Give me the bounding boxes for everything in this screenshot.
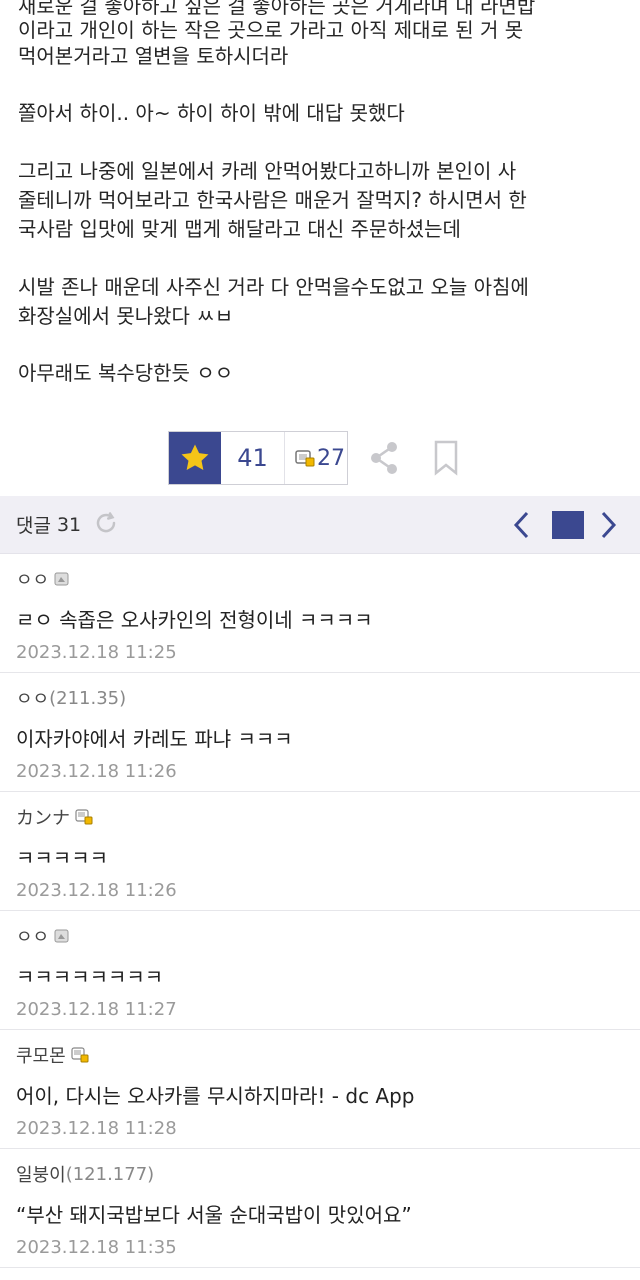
- article-line: 줄테니까 먹어보라고 한국사람은 매운거 잘먹지? 하시면서 한: [18, 188, 527, 212]
- prev-button[interactable]: [512, 510, 532, 544]
- article-line: 화장실에서 못나왔다 ㅆㅂ: [18, 304, 234, 328]
- comment-date: 2023.12.18 11:26: [16, 761, 177, 782]
- bookmark-icon: [434, 440, 458, 476]
- comment-author-row: ㅇㅇ: [16, 923, 624, 949]
- comment-title: 댓글: [16, 515, 51, 537]
- gray-user-icon: [54, 572, 69, 586]
- chevron-right-icon: [601, 511, 617, 539]
- comment-date: 2023.12.18 11:25: [16, 642, 177, 663]
- bookmark-button[interactable]: [433, 440, 459, 480]
- article-line: 국사람 입맛에 맞게 맵게 해달라고 대신 주문하셨는데: [18, 217, 461, 241]
- comment-author[interactable]: ㅇㅇ: [16, 566, 49, 592]
- comment-author[interactable]: 쿠모몬: [16, 1042, 66, 1068]
- share-button[interactable]: [368, 440, 400, 480]
- next-button[interactable]: [598, 510, 618, 544]
- chevron-left-icon: [513, 511, 529, 539]
- comment-header: 댓글 31: [0, 496, 640, 554]
- comment-text: 이자카야에서 카레도 파냐 ㅋㅋㅋ: [16, 727, 293, 751]
- comment-author[interactable]: ㅇㅇ: [16, 923, 49, 949]
- refresh-icon: [96, 511, 116, 532]
- comment-text: ㄹㅇ 속좁은 오사카인의 전형이네 ㅋㅋㅋㅋ: [16, 608, 373, 632]
- comment-author-row: カンナ: [16, 804, 624, 830]
- comment-author[interactable]: カンナ: [16, 804, 70, 830]
- star-icon: [181, 444, 209, 471]
- fixed-user-icon: [295, 450, 315, 467]
- article-line: 시발 존나 매운데 사주신 거라 다 안먹을수도없고 오늘 아침에: [18, 275, 529, 299]
- recommend-count: 41: [221, 432, 285, 484]
- comment-item: 쿠모몬 어이, 다시는 오사카를 무시하지마라! - dc App 2023.1…: [0, 1030, 640, 1149]
- comment-ip: (211.35): [49, 687, 127, 709]
- fixed-user-icon: [71, 1047, 89, 1063]
- comment-author-row: 쿠모몬: [16, 1042, 624, 1068]
- comment-count: 31: [56, 513, 82, 536]
- article-line: 그리고 나중에 일본에서 카레 안먹어봤다고하니까 본인이 사: [18, 159, 517, 183]
- article-line: 쫄아서 하이.. 아~ 하이 하이 밖에 대답 못했다: [18, 101, 405, 125]
- list-button[interactable]: [552, 511, 584, 539]
- comment-date: 2023.12.18 11:27: [16, 999, 177, 1020]
- fixed-recommend-count: 27: [317, 445, 345, 471]
- gray-user-icon: [54, 929, 69, 943]
- comment-author-row: ㅇㅇ: [16, 566, 624, 592]
- comment-text: ㅋㅋㅋㅋㅋㅋㅋㅋ: [16, 965, 164, 989]
- comment-author[interactable]: ㅇㅇ: [16, 685, 49, 711]
- recommend-box: 41 27: [168, 431, 348, 485]
- fixed-user-icon: [75, 809, 93, 825]
- comment-author[interactable]: 일붕이: [16, 1161, 66, 1187]
- fixed-recommend-button[interactable]: 27: [285, 446, 345, 471]
- recommend-button[interactable]: [169, 432, 221, 484]
- comment-author-row: 일붕이 (121.177): [16, 1161, 624, 1187]
- article-body: 새로운 걸 좋아하고 싶은 걸 좋아하는 곳은 거게라며 내 라면밥 이라고 개…: [0, 0, 640, 496]
- comment-list: ㅇㅇ ㄹㅇ 속좁은 오사카인의 전형이네 ㅋㅋㅋㅋ 2023.12.18 11:…: [0, 554, 640, 1268]
- comment-item: カンナ ㅋㅋㅋㅋㅋ 2023.12.18 11:26: [0, 792, 640, 911]
- comment-ip: (121.177): [65, 1163, 155, 1185]
- article-line: 먹어본거라고 열변을 토하시더라: [18, 44, 289, 68]
- comment-item: 일붕이 (121.177) “부산 돼지국밥보다 서울 순대국밥이 맛있어요” …: [0, 1149, 640, 1268]
- comment-author-row: ㅇㅇ (211.35): [16, 685, 624, 711]
- article-line: 아무래도 복수당한듯 ㅇㅇ: [18, 361, 234, 385]
- comment-date: 2023.12.18 11:35: [16, 1237, 177, 1258]
- comment-date: 2023.12.18 11:28: [16, 1118, 177, 1139]
- share-icon: [371, 442, 397, 474]
- refresh-button[interactable]: [93, 510, 119, 540]
- comment-date: 2023.12.18 11:26: [16, 880, 177, 901]
- comment-item: ㅇㅇ ㅋㅋㅋㅋㅋㅋㅋㅋ 2023.12.18 11:27: [0, 911, 640, 1030]
- comment-text: 어이, 다시는 오사카를 무시하지마라! - dc App: [16, 1084, 415, 1108]
- comment-text: ㅋㅋㅋㅋㅋ: [16, 846, 108, 870]
- comment-text: “부산 돼지국밥보다 서울 순대국밥이 맛있어요”: [16, 1203, 412, 1227]
- comment-item: ㅇㅇ ㄹㅇ 속좁은 오사카인의 전형이네 ㅋㅋㅋㅋ 2023.12.18 11:…: [0, 554, 640, 673]
- comment-item: ㅇㅇ (211.35) 이자카야에서 카레도 파냐 ㅋㅋㅋ 2023.12.18…: [0, 673, 640, 792]
